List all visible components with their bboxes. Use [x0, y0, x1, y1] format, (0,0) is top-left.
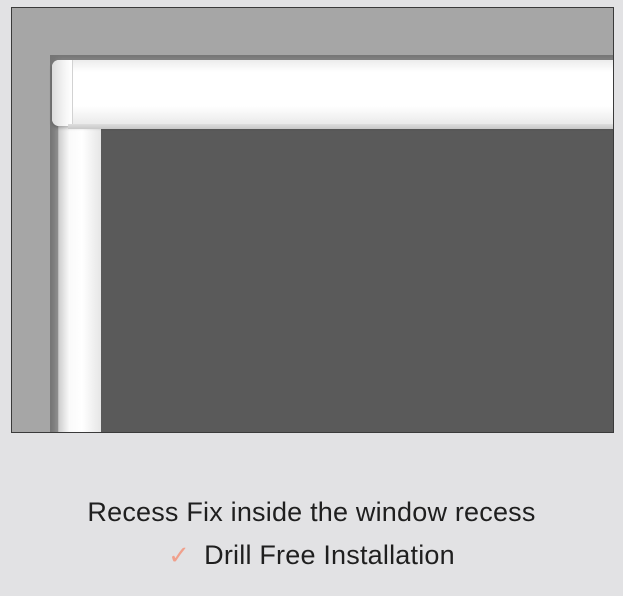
- blind-illustration: [11, 7, 614, 433]
- blind-fabric: [101, 126, 613, 432]
- feature-text: Drill Free Installation: [204, 540, 455, 570]
- feature-caption: ✓ Drill Free Installation: [0, 540, 623, 571]
- fix-type-caption: Recess Fix inside the window recess: [0, 497, 623, 528]
- fix-type-text: Recess Fix inside the window recess: [87, 497, 536, 527]
- cassette-end-cap: [52, 60, 73, 126]
- check-icon: ✓: [168, 541, 191, 571]
- headrail-cassette: [52, 60, 613, 126]
- side-rail: [58, 120, 102, 432]
- cassette-bottom-lip: [68, 124, 613, 129]
